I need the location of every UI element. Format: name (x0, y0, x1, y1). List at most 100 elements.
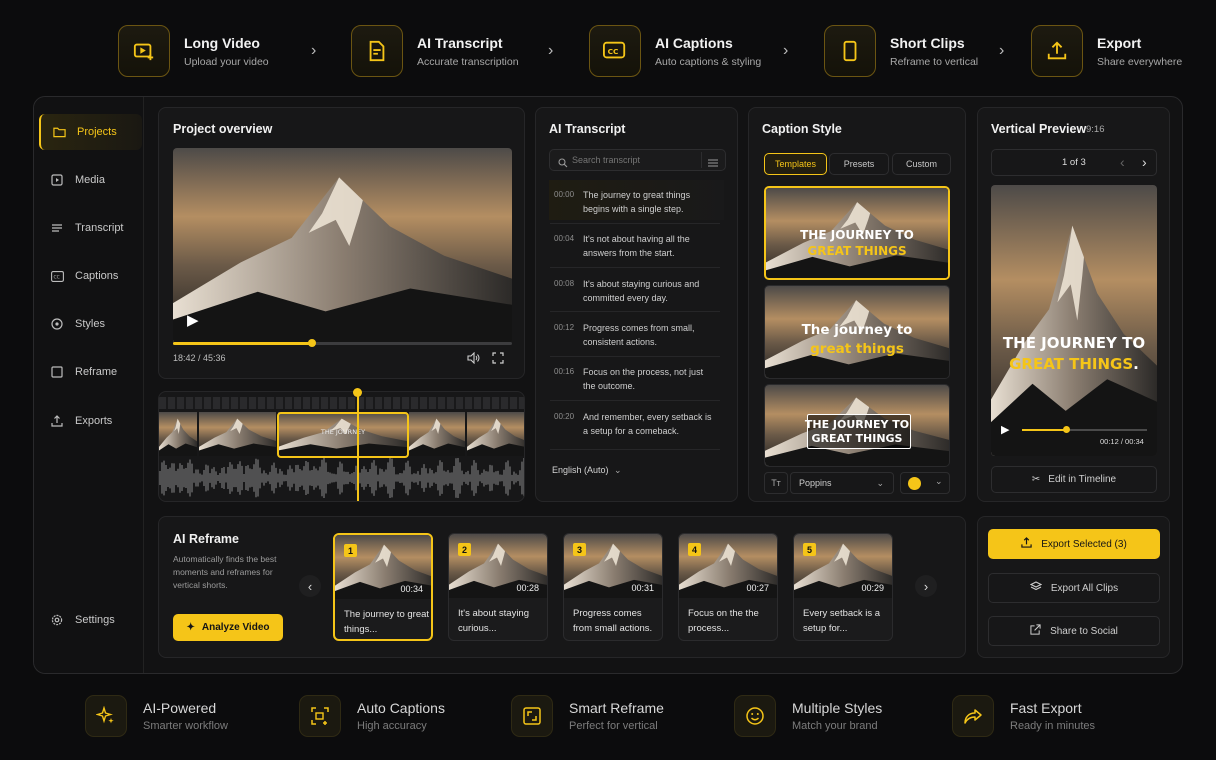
step-export[interactable]: Export Share everywhere (1031, 24, 1182, 78)
selected-clip-range[interactable]: THE JOURNEY (277, 412, 409, 458)
vertical-video[interactable]: THE JOURNEY TO GREAT THINGS. ▶ 00:12 / 0… (991, 185, 1157, 456)
palette-icon (50, 317, 64, 331)
feature-title: Fast Export (1010, 700, 1082, 716)
caption-line: The journey to (801, 322, 913, 338)
tab-custom[interactable]: Custom (892, 153, 951, 175)
feature-multiple-styles: Multiple Styles Match your brand (734, 694, 882, 738)
color-swatch (908, 477, 921, 490)
button-label: Edit in Timeline (1048, 474, 1117, 485)
caption-template-2[interactable]: The journey to great things (764, 285, 950, 379)
prev-icon[interactable]: ‹ (1120, 154, 1125, 170)
clip-duration: 00:28 (516, 583, 539, 593)
seek-handle[interactable] (307, 339, 316, 347)
step-short-clips[interactable]: Short Clips Reframe to vertical (824, 24, 978, 78)
fullscreen-icon[interactable] (492, 351, 504, 369)
upload-icon (50, 414, 64, 428)
analyze-video-button[interactable]: ✦ Analyze Video (173, 614, 283, 641)
smiley-icon (734, 695, 776, 737)
text-style-icon[interactable]: Tт (764, 472, 788, 494)
step-title: AI Captions (655, 34, 733, 51)
vertical-seek-bar[interactable] (1022, 426, 1147, 433)
feature-subtitle: Perfect for vertical (569, 720, 658, 732)
clip-duration: 00:31 (631, 583, 654, 593)
step-ai-transcript[interactable]: AI Transcript Accurate transcription (351, 24, 519, 78)
clip-card-3[interactable]: 3 00:31 Progress comes from small action… (563, 533, 663, 641)
line-text: Focus on the process, not just the outco… (583, 367, 704, 391)
play-icon[interactable]: ▶ (187, 311, 199, 329)
timeline-panel[interactable]: THE JOURNEY (158, 391, 525, 502)
sidebar-item-captions[interactable]: CC Captions (39, 258, 142, 294)
step-long-video[interactable]: Long Video Upload your video (118, 24, 269, 78)
separator (550, 267, 720, 268)
sidebar-item-styles[interactable]: Styles (39, 306, 142, 342)
export-selected-button[interactable]: Export Selected (3) (988, 529, 1160, 559)
video-player[interactable]: ▶ (173, 148, 512, 344)
chevron-right-icon: › (999, 42, 1005, 59)
share-to-social-button[interactable]: Share to Social (988, 616, 1160, 646)
timestamp: 00:08 (554, 279, 575, 288)
feature-title: AI-Powered (143, 700, 217, 716)
step-ai-captions[interactable]: CC AI Captions Auto captions & styling (589, 24, 761, 78)
line-text: It's about staying curious and committed… (583, 279, 700, 303)
sidebar-item-label: Settings (75, 614, 115, 626)
separator (550, 400, 720, 401)
search-input[interactable] (572, 153, 692, 167)
vertical-seek-handle[interactable] (1062, 426, 1070, 433)
aspect-ratio: 9:16 (1086, 124, 1105, 135)
next-icon[interactable]: › (1142, 154, 1147, 170)
button-label: Export Selected (3) (1041, 538, 1127, 550)
sidebar-item-media[interactable]: Media (39, 162, 142, 198)
clip-text: Focus on the the process... (688, 608, 759, 634)
sidebar-item-settings[interactable]: Settings (39, 602, 142, 638)
caption-template-1[interactable]: THE JOURNEY TO GREAT THINGS (764, 186, 950, 280)
step-subtitle: Reframe to vertical (890, 55, 979, 68)
sidebar-item-projects[interactable]: Projects (39, 114, 142, 150)
ruler (159, 397, 524, 409)
seek-bar[interactable] (173, 339, 512, 347)
language-select[interactable]: English (Auto) ⌄ (552, 465, 622, 476)
chevron-right-icon: › (548, 42, 554, 59)
sidebar-item-reframe[interactable]: Reframe (39, 354, 142, 390)
tab-presets[interactable]: Presets (829, 153, 889, 175)
font-label: Poppins (799, 478, 832, 488)
sidebar-item-label: Reframe (75, 366, 118, 378)
caption-template-3[interactable]: THE JOURNEY TO GREAT THINGS (764, 384, 950, 467)
clip-card-2[interactable]: 2 00:28 It's about staying curious... (448, 533, 548, 641)
sidebar-item-label: Captions (75, 270, 119, 282)
feature-title: Smart Reframe (569, 700, 664, 716)
step-subtitle: Accurate transcription (417, 55, 519, 68)
step-subtitle: Upload your video (184, 55, 269, 68)
sidebar-item-transcript[interactable]: Transcript (39, 210, 142, 246)
play-icon[interactable]: ▶ (1001, 423, 1009, 436)
clip-duration: 00:27 (746, 583, 769, 593)
svg-text:CC: CC (608, 47, 619, 56)
search-icon (558, 155, 568, 173)
color-picker[interactable]: ⌄ (900, 472, 950, 494)
clip-card-5[interactable]: 5 00:29 Every setback is a setup for... (793, 533, 893, 641)
playhead-handle[interactable] (353, 388, 362, 397)
media-icon (50, 173, 64, 187)
export-all-button[interactable]: Export All Clips (988, 573, 1160, 603)
panel-title: AI Reframe (173, 532, 239, 546)
step-title: Short Clips (890, 34, 965, 51)
carousel-prev-button[interactable]: ‹ (299, 575, 321, 597)
clip-number: 3 (573, 543, 586, 556)
sidebar-item-exports[interactable]: Exports (39, 403, 142, 439)
frame-icon (50, 365, 64, 379)
caption-period: . (1133, 355, 1139, 373)
edit-in-timeline-button[interactable]: ✂ Edit in Timeline (991, 466, 1157, 493)
clip-card-4[interactable]: 4 00:27 Focus on the the process... (678, 533, 778, 641)
tab-templates[interactable]: Templates (764, 153, 827, 175)
transcript-search[interactable] (549, 149, 726, 171)
line-text: It's not about having all the answers fr… (583, 234, 690, 258)
font-select[interactable]: Poppins ⌄ (790, 472, 894, 494)
sidebar-item-label: Transcript (75, 222, 124, 234)
playhead[interactable] (357, 392, 359, 501)
volume-icon[interactable] (467, 351, 480, 369)
external-link-icon (1030, 624, 1041, 638)
carousel-next-button[interactable]: › (915, 575, 937, 597)
filter-icon[interactable] (708, 155, 718, 173)
caption-line: THE JOURNEY TO (804, 418, 910, 431)
button-label: Share to Social (1050, 625, 1118, 637)
clip-card-1[interactable]: 1 00:34 The journey to great things... (333, 533, 433, 641)
